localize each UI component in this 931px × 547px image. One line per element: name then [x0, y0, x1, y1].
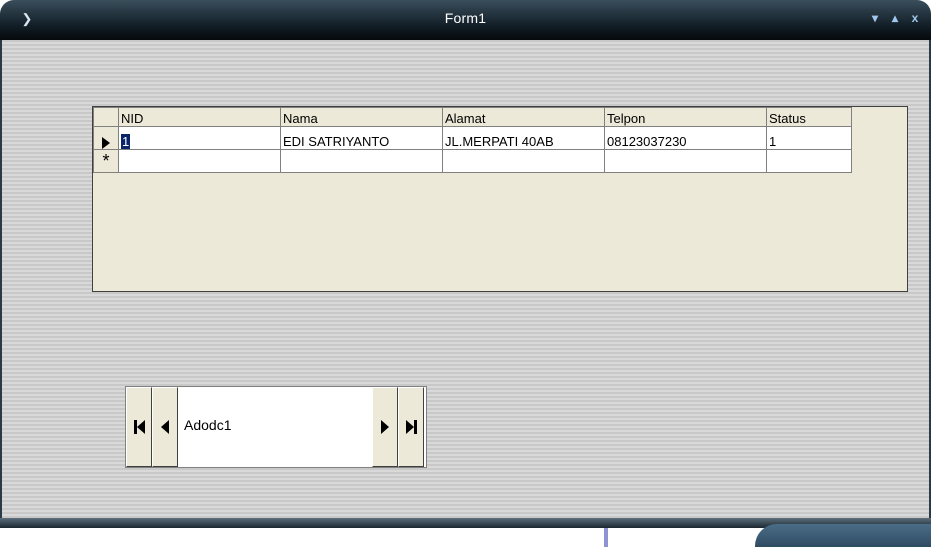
ado-data-control: Adodc1 — [125, 386, 427, 468]
cell-telpon[interactable] — [604, 149, 767, 173]
move-last-icon — [405, 420, 414, 434]
move-last-bar-icon — [413, 420, 417, 434]
desktop-marker — [604, 528, 608, 547]
data-grid[interactable]: NID Nama Alamat Telpon Status 1 EDI SATR… — [92, 106, 908, 292]
move-next-button[interactable] — [372, 387, 398, 467]
cell-telpon[interactable]: 08123037230 — [604, 126, 767, 150]
cell-nama[interactable]: EDI SATRIYANTO — [280, 126, 443, 150]
cell-nid[interactable] — [118, 149, 281, 173]
column-header-alamat[interactable]: Alamat — [442, 107, 605, 127]
adodc-caption: Adodc1 — [184, 417, 232, 433]
table-row[interactable]: 1 EDI SATRIYANTO JL.MERPATI 40AB 0812303… — [93, 126, 852, 150]
move-previous-icon — [161, 420, 169, 434]
column-header-telpon[interactable]: Telpon — [604, 107, 767, 127]
table-row[interactable]: * — [93, 149, 852, 173]
minimize-button[interactable]: ▾ — [867, 10, 883, 26]
desktop-strip — [0, 528, 760, 547]
row-selector[interactable] — [93, 126, 119, 150]
taskbar-tab[interactable] — [755, 524, 931, 547]
cell-nid[interactable]: 1 — [118, 126, 281, 150]
window-title: Form1 — [444, 10, 487, 26]
current-row-arrow-icon — [102, 136, 110, 149]
move-next-icon — [381, 420, 389, 434]
move-previous-button[interactable] — [152, 387, 178, 467]
header-selector-cell — [93, 107, 119, 127]
close-button[interactable]: x — [907, 10, 923, 26]
cell-nama[interactable] — [280, 149, 443, 173]
column-header-nama[interactable]: Nama — [280, 107, 443, 127]
cell-status[interactable] — [766, 149, 852, 173]
cell-nid-value: 1 — [121, 134, 131, 149]
column-header-nid[interactable]: NID — [118, 107, 281, 127]
grid-header-row: NID Nama Alamat Telpon Status — [93, 107, 852, 127]
cell-alamat[interactable] — [442, 149, 605, 173]
maximize-button[interactable]: ▴ — [887, 10, 903, 26]
grid-table: NID Nama Alamat Telpon Status 1 EDI SATR… — [93, 107, 852, 173]
column-header-status[interactable]: Status — [766, 107, 852, 127]
new-row-asterisk-icon: * — [102, 150, 110, 171]
cell-alamat[interactable]: JL.MERPATI 40AB — [442, 126, 605, 150]
move-last-button[interactable] — [398, 387, 424, 467]
new-row-selector[interactable]: * — [93, 149, 119, 173]
move-first-button[interactable] — [126, 387, 152, 467]
window-controls: ▾ ▴ x — [867, 10, 923, 26]
cell-status[interactable]: 1 — [766, 126, 852, 150]
title-bar[interactable]: ❯ Form1 ▾ ▴ x — [0, 0, 931, 40]
move-first-icon — [136, 420, 145, 434]
